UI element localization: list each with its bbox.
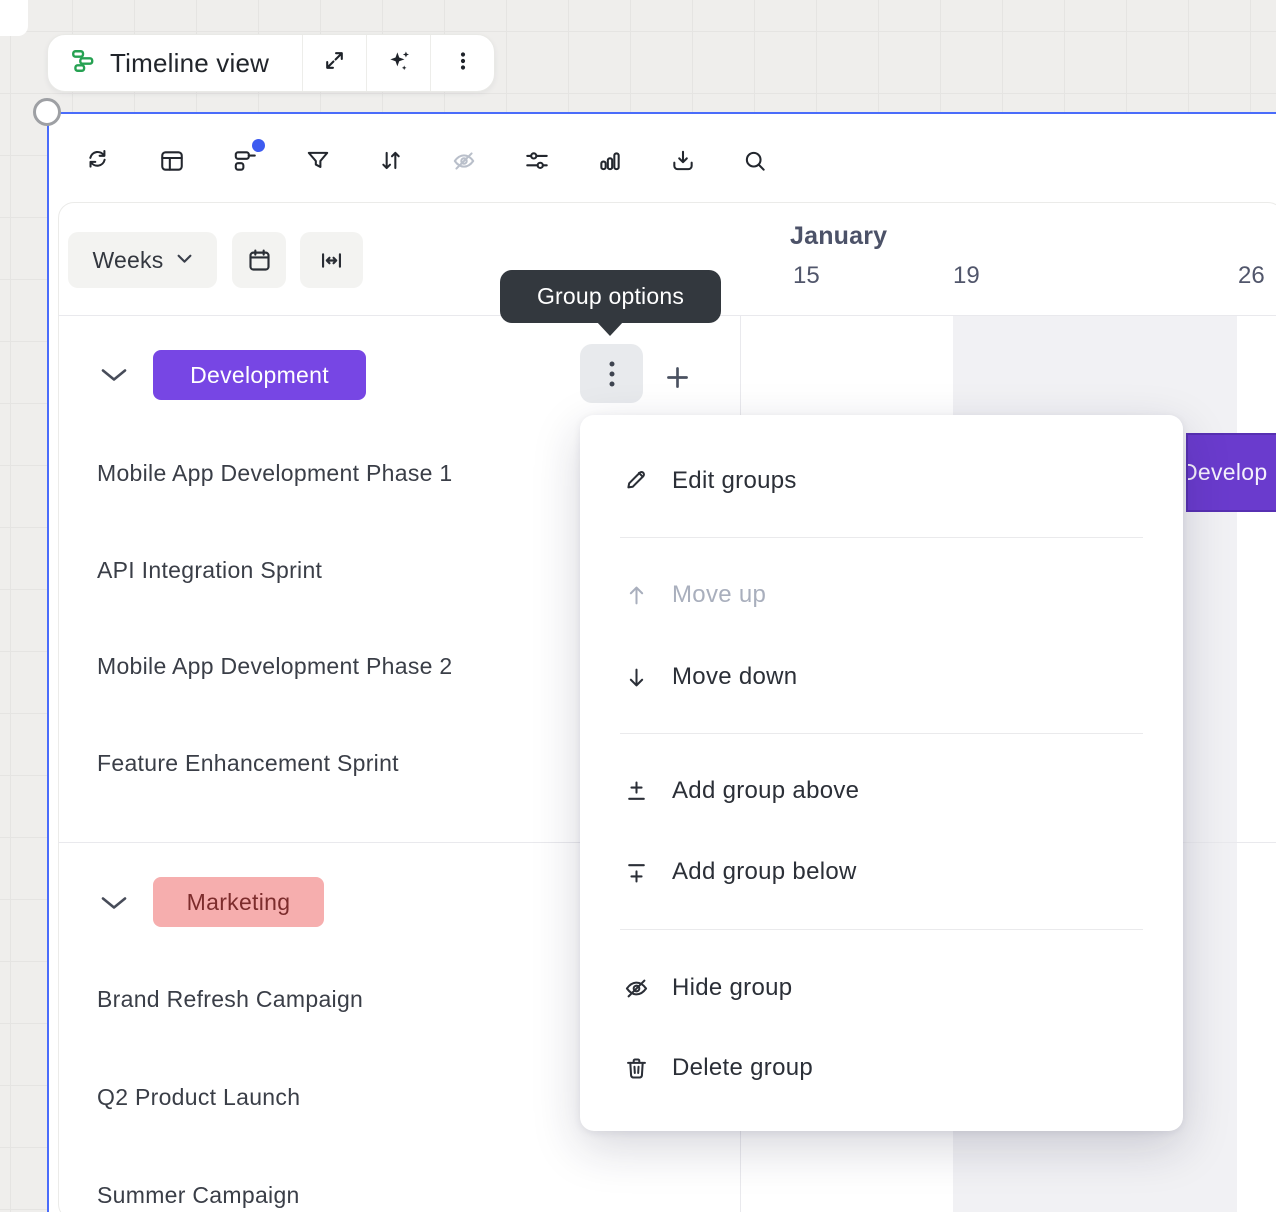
bar-chart-icon [597,148,623,174]
date-tick: 19 [953,262,980,290]
arrow-up-icon [623,582,650,609]
month-label: January [790,222,887,251]
menu-divider [620,929,1143,930]
sync-icon [85,148,111,174]
date-tick: 15 [793,262,820,290]
export-button[interactable] [663,141,703,181]
zoom-level-select[interactable]: Weeks [68,232,217,288]
eye-off-icon [623,975,650,1002]
menu-item-add-group-above[interactable]: Add group above [580,762,1183,820]
more-options-icon [451,49,475,78]
view-title-button[interactable]: Timeline view [48,35,302,91]
settings-sliders-icon [524,148,550,174]
zoom-level-value: Weeks [93,247,164,274]
menu-item-edit-groups[interactable]: Edit groups [580,452,1183,510]
canvas-object-corner [0,0,28,36]
add-group-button[interactable] [663,363,692,392]
menu-item-delete-group[interactable]: Delete group [580,1039,1183,1097]
board-layout-icon [159,148,185,174]
notification-dot [252,139,265,152]
menu-item-add-group-below[interactable]: Add group below [580,843,1183,901]
task-row[interactable]: Brand Refresh Campaign [97,986,363,1013]
view-title: Timeline view [110,48,269,79]
chevron-down-icon [177,251,192,269]
board-layout-button[interactable] [152,141,192,181]
menu-item-move-up[interactable]: Move up [580,566,1183,624]
ai-sparkle-icon [386,48,412,79]
view-toolbar: Timeline view [47,34,495,92]
group-rows-button[interactable] [225,141,265,181]
expand-icon [322,48,347,78]
calendar-icon [246,247,273,274]
fit-width-button[interactable] [300,232,363,288]
bar-chart-button[interactable] [590,141,630,181]
calendar-button[interactable] [232,232,286,288]
task-row[interactable]: Mobile App Development Phase 2 [97,653,453,680]
collapse-group-development[interactable] [100,368,128,382]
whiteboard-canvas: Timeline view [0,0,1276,1212]
group-options-menu: Edit groups Move up Move down Add group … [580,415,1183,1131]
group-badge-marketing[interactable]: Marketing [153,877,324,927]
tooltip-label: Group options [537,283,684,310]
sort-icon [378,148,404,174]
menu-divider [620,537,1143,538]
task-row[interactable]: API Integration Sprint [97,557,322,584]
arrow-down-icon [623,664,650,691]
expand-view-button[interactable] [302,35,366,91]
menu-item-move-down[interactable]: Move down [580,648,1183,706]
add-group-below-icon [623,859,650,886]
filter-button[interactable] [298,141,338,181]
ai-button[interactable] [366,35,430,91]
group-options-button[interactable] [580,344,643,403]
tooltip: Group options [500,270,721,323]
hide-fields-icon [451,148,477,174]
task-row[interactable]: Summer Campaign [97,1182,300,1209]
hide-fields-button[interactable] [444,141,484,181]
chevron-down-icon [100,368,128,382]
more-options-icon [600,357,624,391]
chevron-down-icon [100,896,128,910]
settings-sliders-button[interactable] [517,141,557,181]
gantt-icon [70,48,96,79]
sync-button[interactable] [78,141,118,181]
date-tick: 26 [1238,262,1265,290]
task-row[interactable]: Mobile App Development Phase 1 [97,460,453,487]
gantt-task-bar[interactable]: Develop [1186,433,1276,512]
search-button[interactable] [735,141,775,181]
plus-icon [663,363,692,392]
group-rows-icon [232,148,258,174]
group-badge-development[interactable]: Development [153,350,366,400]
filter-icon [305,148,331,174]
tooltip-caret [596,321,624,336]
task-row[interactable]: Q2 Product Launch [97,1084,300,1111]
task-row[interactable]: Feature Enhancement Sprint [97,750,399,777]
gantt-bar-label: Develop [1186,459,1268,486]
add-group-above-icon [623,778,650,805]
pencil-icon [623,468,650,495]
trash-icon [623,1055,650,1082]
selection-resize-handle[interactable] [33,98,61,126]
collapse-group-marketing[interactable] [100,896,128,910]
sort-button[interactable] [371,141,411,181]
menu-item-hide-group[interactable]: Hide group [580,959,1183,1017]
fit-width-icon [318,247,345,274]
search-icon [742,148,768,174]
menu-divider [620,733,1143,734]
export-icon [670,148,696,174]
view-more-options-button[interactable] [430,35,494,91]
